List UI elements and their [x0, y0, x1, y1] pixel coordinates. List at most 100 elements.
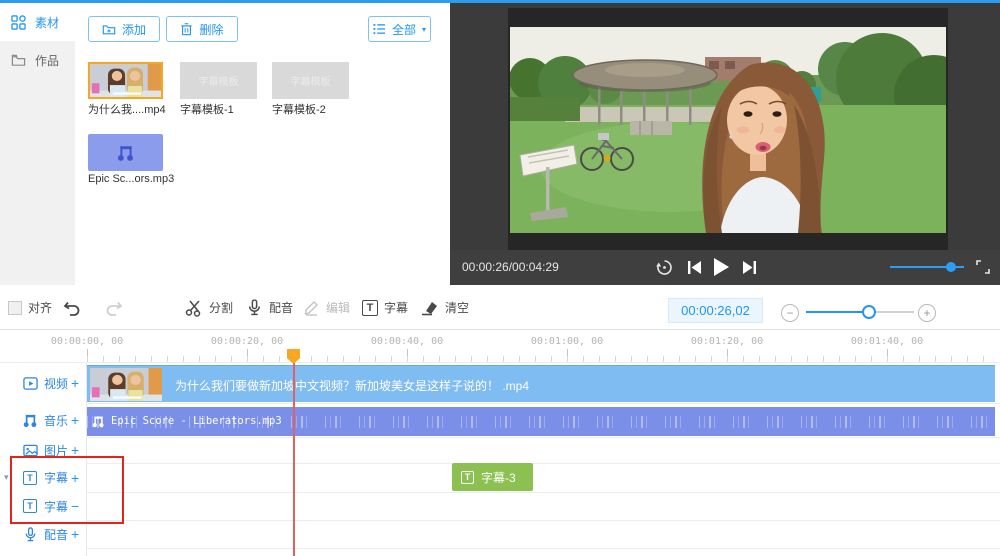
clear-label: 清空 [445, 299, 469, 316]
clear-tool[interactable]: 清空 [420, 285, 469, 330]
video-clip-label: 为什么我们要做新加坡中文视频？新加坡美女是这样子说的！ .mp4 [175, 377, 529, 394]
edit-label: 编辑 [326, 299, 350, 316]
track-header-video: 视频 + [0, 363, 87, 403]
dub-label: 配音 [269, 299, 293, 316]
timeline-toolbar: 对齐 分割 配音 编辑 [0, 285, 1000, 330]
delete-button[interactable]: 删除 [166, 16, 238, 42]
music-note-icon [117, 144, 135, 162]
video-thumbnail-image [90, 64, 161, 97]
library-item-label: 字幕模板-2 [272, 101, 326, 117]
mic-track-icon [23, 527, 38, 542]
library-item-template2-thumb[interactable]: 字幕模板 [272, 62, 349, 99]
annotation-rectangle [10, 456, 124, 524]
ruler-label: 00:01:20, 00 [682, 336, 772, 347]
redo-icon[interactable] [104, 285, 124, 330]
pencil-icon [303, 299, 320, 316]
align-toggle[interactable]: 对齐 [8, 285, 52, 330]
library-item-video-thumb[interactable] [88, 62, 163, 99]
subtitle-track-clip[interactable]: T 字幕-3 [452, 463, 533, 491]
video-track-icon [23, 376, 38, 391]
library-item-label: 字幕模板-1 [180, 101, 234, 117]
align-label: 对齐 [28, 299, 52, 316]
sidebar-item-works[interactable]: 作品 [0, 41, 75, 79]
grid-icon [11, 15, 26, 30]
music-clip-label: Epic Score - Liberators.mp3 [111, 415, 282, 427]
ruler-label: 00:00:20, 00 [202, 336, 292, 347]
edit-tool[interactable]: 编辑 [303, 285, 350, 330]
zoom-in-button[interactable]: + [918, 304, 936, 322]
ruler-label: 00:00:40, 00 [362, 336, 452, 347]
caret-down-icon: ▾ [422, 25, 426, 34]
ruler-label: 00:00:00, 00 [42, 336, 132, 347]
subtitle-label: 字幕 [384, 299, 408, 316]
library-item-label: 为什么我....mp4 [88, 101, 166, 117]
filter-dropdown[interactable]: 全部 ▾ [368, 16, 431, 42]
align-checkbox[interactable] [8, 301, 22, 315]
library-item-label: Epic Sc...ors.mp3 [88, 173, 174, 185]
fullscreen-icon[interactable] [976, 260, 990, 274]
playhead-line [293, 350, 295, 556]
dub-tool[interactable]: 配音 [246, 285, 293, 330]
sidebar: 素材 作品 [0, 3, 75, 285]
video-track-clip[interactable]: 为什么我们要做新加坡中文视频？新加坡美女是这样子说的！ .mp4 [87, 365, 995, 402]
play-button[interactable] [712, 257, 730, 277]
sidebar-item-materials[interactable]: 素材 [0, 3, 75, 41]
previous-icon[interactable] [687, 260, 702, 275]
add-track-button[interactable]: + [71, 412, 79, 428]
row-divider [0, 437, 1000, 438]
filter-label: 全部 [392, 21, 416, 38]
add-button[interactable]: 添加 [88, 16, 160, 42]
split-tool[interactable]: 分割 [185, 285, 233, 330]
undo-icon[interactable] [62, 285, 82, 330]
microphone-icon [246, 299, 263, 316]
zoom-out-button[interactable]: − [781, 304, 799, 322]
add-button-label: 添加 [122, 21, 146, 38]
template-thumb-text: 字幕模板 [291, 73, 331, 88]
video-editor-app: 素材 作品 添加 删除 [0, 0, 1000, 556]
eraser-icon [420, 299, 439, 316]
player-timecode: 00:00:26/00:04:29 [462, 260, 559, 274]
row-divider [0, 548, 1000, 549]
music-track-clip[interactable]: Epic Score - Liberators.mp3 [87, 407, 995, 436]
library-item-audio-thumb[interactable] [88, 134, 163, 171]
folder-icon [11, 53, 26, 68]
music-note-icon [92, 415, 105, 428]
subtitle-t-icon: T [362, 300, 378, 316]
zoom-slider-fill [806, 311, 868, 313]
trash-icon [180, 22, 193, 36]
list-filter-icon [373, 23, 386, 35]
track-header-dub: 配音 + [0, 520, 87, 548]
row-divider [0, 362, 1000, 363]
volume-slider-knob[interactable] [946, 262, 956, 272]
library-item-template1-thumb[interactable]: 字幕模板 [180, 62, 257, 99]
ruler-label: 00:01:40, 00 [842, 336, 932, 347]
track-label: 视频 [44, 375, 68, 392]
row-divider [0, 403, 1000, 404]
next-icon[interactable] [742, 260, 757, 275]
track-label: 配音 [44, 526, 68, 543]
subtitle-clip-label: 字幕-3 [481, 469, 516, 486]
music-track-icon [23, 413, 38, 428]
loop-icon[interactable] [655, 258, 674, 277]
sidebar-item-label: 作品 [35, 52, 59, 69]
add-track-button[interactable]: + [71, 526, 79, 542]
subtitle-t-icon: T [461, 471, 474, 484]
sidebar-item-label: 素材 [35, 14, 59, 31]
delete-button-label: 删除 [199, 21, 223, 38]
row-divider [0, 520, 1000, 521]
template-thumb-text: 字幕模板 [199, 73, 239, 88]
player-bar: 00:00:26/00:04:29 [450, 250, 1000, 285]
track-label: 音乐 [44, 412, 68, 429]
add-track-button[interactable]: + [71, 375, 79, 391]
video-preview-image [510, 27, 946, 233]
subtitle-tool[interactable]: T 字幕 [362, 285, 408, 330]
track-header-music: 音乐 + [0, 403, 87, 437]
current-time-field[interactable]: 00:00:26,02 [668, 298, 763, 323]
collapse-caret-icon[interactable]: ▾ [4, 472, 9, 483]
ruler-label: 00:01:00, 00 [522, 336, 612, 347]
scissors-icon [185, 299, 203, 317]
clip-thumbnail-image [90, 368, 162, 401]
split-label: 分割 [209, 299, 233, 316]
add-folder-icon [102, 22, 116, 36]
zoom-slider-knob[interactable] [862, 305, 876, 319]
